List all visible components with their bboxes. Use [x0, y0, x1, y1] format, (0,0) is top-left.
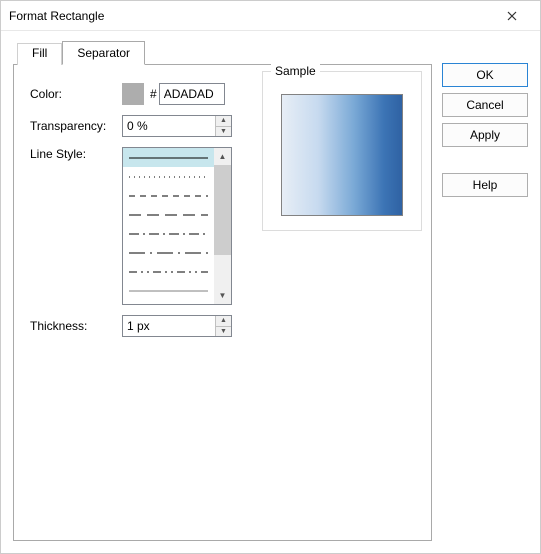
format-rectangle-dialog: Format Rectangle Fill Separator Color: #… — [0, 0, 541, 554]
scroll-down-icon[interactable]: ▼ — [214, 287, 231, 304]
linestyle-item-dotted[interactable] — [123, 167, 214, 186]
thickness-input[interactable] — [123, 316, 215, 336]
tabs-strip: Fill Separator — [13, 41, 432, 65]
transparency-spinner[interactable]: ▲ ▼ — [122, 115, 232, 137]
scroll-up-icon[interactable]: ▲ — [214, 148, 231, 165]
cancel-button[interactable]: Cancel — [442, 93, 528, 117]
linestyle-item-dashed-short[interactable] — [123, 186, 214, 205]
scroll-thumb[interactable] — [214, 165, 231, 255]
sample-group: Sample — [262, 71, 422, 231]
label-sample: Sample — [271, 64, 320, 78]
linestyle-item-dash-dot[interactable] — [123, 224, 214, 243]
label-linestyle: Line Style: — [30, 147, 122, 161]
color-swatch[interactable] — [122, 83, 144, 105]
color-hex-input[interactable] — [159, 83, 225, 105]
tab-fill[interactable]: Fill — [17, 43, 62, 65]
label-transparency: Transparency: — [30, 119, 122, 133]
window-title: Format Rectangle — [9, 9, 492, 23]
content-area: Fill Separator Color: # Transparency: ▲ — [1, 31, 540, 553]
linestyle-item-solid[interactable] — [123, 148, 214, 167]
linestyle-items — [123, 148, 214, 304]
hash-symbol: # — [150, 87, 157, 101]
linestyle-item-long-dash-dot[interactable] — [123, 243, 214, 262]
apply-button[interactable]: Apply — [442, 123, 528, 147]
help-button[interactable]: Help — [442, 173, 528, 197]
separator-panel: Color: # Transparency: ▲ ▼ — [13, 64, 432, 541]
close-button[interactable] — [492, 2, 532, 30]
transparency-input[interactable] — [123, 116, 215, 136]
label-color: Color: — [30, 87, 122, 101]
transparency-spin-buttons: ▲ ▼ — [215, 116, 231, 136]
button-column: OK Cancel Apply Help — [432, 41, 528, 541]
transparency-spin-up[interactable]: ▲ — [216, 116, 231, 127]
row-thickness: Thickness: ▲ ▼ — [30, 315, 415, 337]
titlebar: Format Rectangle — [1, 1, 540, 31]
sample-preview — [281, 94, 403, 216]
thickness-spin-up[interactable]: ▲ — [216, 316, 231, 327]
scroll-track[interactable] — [214, 165, 231, 287]
tab-separator[interactable]: Separator — [62, 41, 145, 65]
thickness-spin-down[interactable]: ▼ — [216, 327, 231, 337]
linestyle-item-solid-thin[interactable] — [123, 281, 214, 300]
thickness-spinner[interactable]: ▲ ▼ — [122, 315, 232, 337]
linestyle-scrollbar[interactable]: ▲ ▼ — [214, 148, 231, 304]
linestyle-item-dashed-long[interactable] — [123, 205, 214, 224]
label-thickness: Thickness: — [30, 319, 122, 333]
transparency-spin-down[interactable]: ▼ — [216, 127, 231, 137]
linestyle-list[interactable]: ▲ ▼ — [122, 147, 232, 305]
main-area: Fill Separator Color: # Transparency: ▲ — [13, 41, 432, 541]
thickness-spin-buttons: ▲ ▼ — [215, 316, 231, 336]
linestyle-item-dash-dot-dot[interactable] — [123, 262, 214, 281]
ok-button[interactable]: OK — [442, 63, 528, 87]
